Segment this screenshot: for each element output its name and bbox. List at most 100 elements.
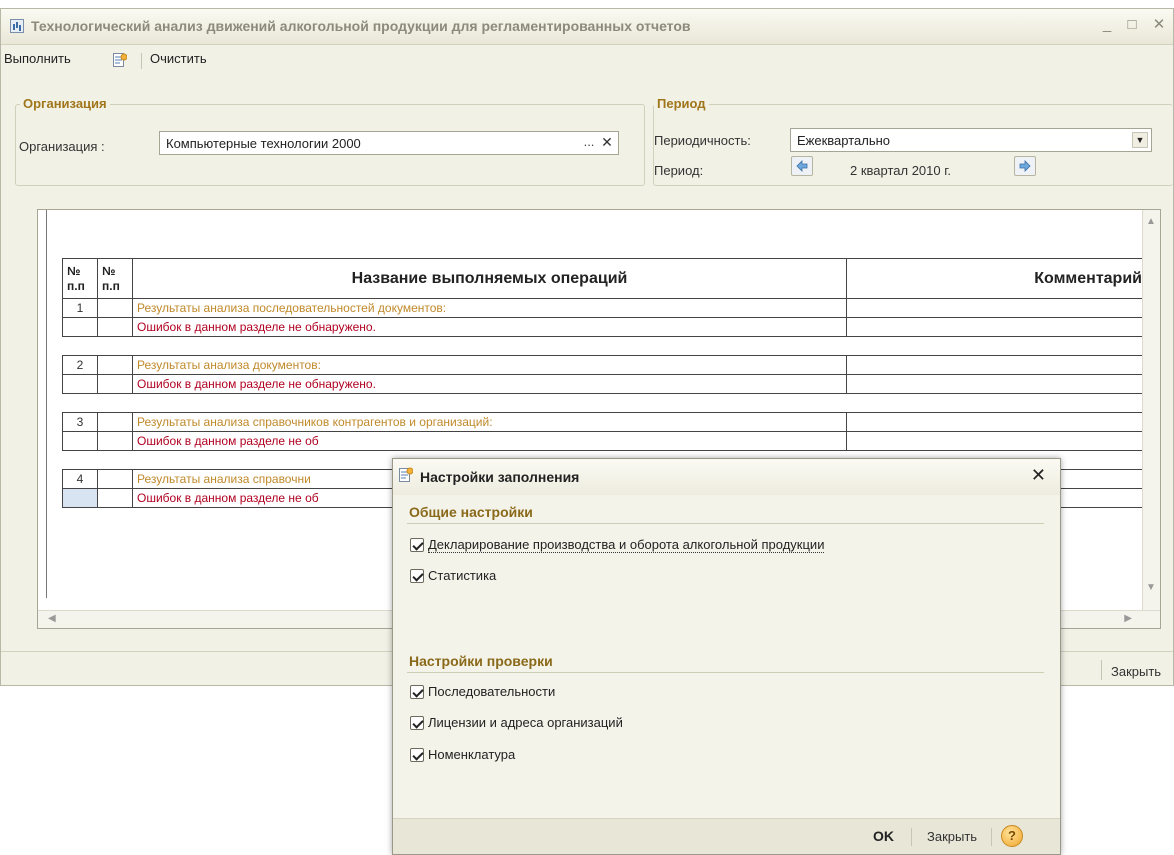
table-row[interactable]: 1 Результаты анализа последовательностей… [62, 298, 1147, 318]
settings-list-icon[interactable] [113, 53, 127, 68]
toolbar-separator [141, 53, 142, 69]
section-title: Результаты анализа последовательностей д… [132, 298, 847, 318]
period-value: 2 квартал 2010 г. [850, 163, 951, 178]
empty-cell [62, 374, 98, 394]
fill-settings-dialog: Настройки заполнения ✕ Общие настройки Д… [392, 458, 1061, 855]
section-result: Ошибок в данном разделе не обнаружено. [132, 317, 847, 337]
table-row[interactable]: 2 Результаты анализа документов: [62, 355, 1147, 375]
checkbox-label: Номенклатура [428, 747, 516, 762]
empty-cell [97, 412, 133, 432]
section-title: Результаты анализа справочников контраге… [132, 412, 847, 432]
empty-cell [97, 317, 133, 337]
arrow-left-icon [796, 160, 808, 172]
arrow-right-icon [1019, 160, 1031, 172]
bottom-separator [1101, 660, 1102, 680]
checkbox-label: Декларирование производства и оборота ал… [428, 537, 825, 553]
empty-cell [97, 431, 133, 451]
checkbox-label: Последовательности [428, 684, 556, 699]
comment-cell [846, 374, 1147, 394]
toolbar: Выполнить Очистить [1, 47, 1173, 73]
organization-select-button[interactable]: ... [580, 135, 598, 151]
footer-separator [911, 828, 912, 846]
scroll-right-icon[interactable]: ▶ [1124, 613, 1132, 624]
checkbox-checked-icon[interactable] [410, 748, 424, 762]
periodicity-value: Ежеквартально [797, 133, 891, 148]
header-num-2: № п.п [97, 258, 133, 299]
section-divider [407, 672, 1044, 673]
comment-cell [846, 317, 1147, 337]
table-row[interactable]: Ошибок в данном разделе не об [62, 431, 1147, 451]
checkbox-label: Статистика [428, 568, 497, 583]
section-number: 2 [62, 355, 98, 375]
organization-clear-button[interactable]: ✕ [599, 135, 615, 151]
checkbox-label: Лицензии и адреса организаций [428, 715, 623, 730]
help-icon[interactable]: ? [1001, 825, 1023, 847]
section-number: 4 [62, 469, 98, 489]
table-row[interactable]: Ошибок в данном разделе не обнаружено. [62, 317, 1147, 337]
header-num-1: № п.п [62, 258, 98, 299]
header-operation-name: Название выполняемых операций [132, 258, 847, 299]
comment-cell [846, 412, 1147, 432]
empty-cell [97, 374, 133, 394]
dialog-close-icon[interactable]: ✕ [1031, 465, 1046, 486]
check-settings-title: Настройки проверки [409, 653, 553, 669]
chevron-down-icon[interactable]: ▼ [1132, 132, 1148, 148]
period-next-button[interactable] [1014, 156, 1036, 176]
close-window-button[interactable]: ✕ [1150, 16, 1168, 34]
table-row[interactable]: Ошибок в данном разделе не обнаружено. [62, 374, 1147, 394]
window-title: Технологический анализ движений алкоголь… [31, 18, 691, 34]
scroll-left-icon[interactable]: ◀ [48, 613, 56, 624]
periodicity-label: Периодичность: [654, 133, 751, 148]
comment-cell [846, 355, 1147, 375]
scroll-down-icon[interactable]: ▼ [1142, 582, 1160, 593]
app-chart-icon [10, 19, 24, 33]
periodicity-select[interactable]: Ежеквартально ▼ [790, 128, 1152, 152]
minimize-button[interactable]: _ [1098, 16, 1116, 34]
dialog-title: Настройки заполнения [420, 469, 580, 485]
organization-group-title: Организация [20, 96, 110, 111]
empty-cell [97, 469, 133, 489]
gap-row [63, 337, 1147, 356]
run-button[interactable]: Выполнить [4, 51, 71, 66]
section-result: Ошибок в данном разделе не обнаружено. [132, 374, 847, 394]
period-label: Период: [654, 163, 704, 178]
checkbox-checked-icon[interactable] [410, 716, 424, 730]
vertical-scrollbar[interactable]: ▲ ▼ [1142, 210, 1160, 612]
dialog-footer: OK Закрыть ? [393, 818, 1060, 854]
close-button[interactable]: Закрыть [1111, 664, 1161, 679]
scroll-up-icon[interactable]: ▲ [1142, 216, 1160, 227]
section-number: 1 [62, 298, 98, 318]
ok-button[interactable]: OK [873, 828, 894, 844]
report-margin-line [46, 210, 47, 598]
section-result: Ошибок в данном разделе не об [132, 431, 847, 451]
organization-field[interactable]: Компьютерные технологии 2000 [159, 131, 619, 155]
dialog-titlebar[interactable]: Настройки заполнения ✕ [393, 459, 1060, 495]
checkbox-checked-icon[interactable] [410, 538, 424, 552]
empty-cell [62, 317, 98, 337]
gap-row [63, 394, 1147, 413]
clear-button[interactable]: Очистить [150, 51, 207, 66]
header-comment: Комментарий [846, 258, 1147, 299]
organization-label: Организация : [19, 139, 105, 154]
comment-cell [846, 298, 1147, 318]
section-title: Результаты анализа документов: [132, 355, 847, 375]
period-group-title: Период [654, 96, 709, 111]
settings-list-icon [399, 467, 413, 482]
empty-cell [97, 298, 133, 318]
footer-separator [991, 828, 992, 846]
selected-cell[interactable] [62, 488, 98, 508]
period-group: Период Периодичность: Ежеквартально ▼ Пе… [653, 96, 1173, 186]
empty-cell [62, 431, 98, 451]
checkbox-checked-icon[interactable] [410, 685, 424, 699]
period-prev-button[interactable] [791, 156, 813, 176]
empty-cell [97, 355, 133, 375]
maximize-button[interactable]: □ [1123, 16, 1141, 34]
comment-cell [846, 431, 1147, 451]
table-row[interactable]: 3 Результаты анализа справочников контра… [62, 412, 1147, 432]
checkbox-checked-icon[interactable] [410, 569, 424, 583]
dialog-close-button[interactable]: Закрыть [927, 829, 977, 844]
empty-cell [97, 488, 133, 508]
section-number: 3 [62, 412, 98, 432]
organization-group: Организация Организация : Компьютерные т… [15, 96, 645, 186]
window-titlebar[interactable]: Технологический анализ движений алкоголь… [1, 9, 1173, 45]
